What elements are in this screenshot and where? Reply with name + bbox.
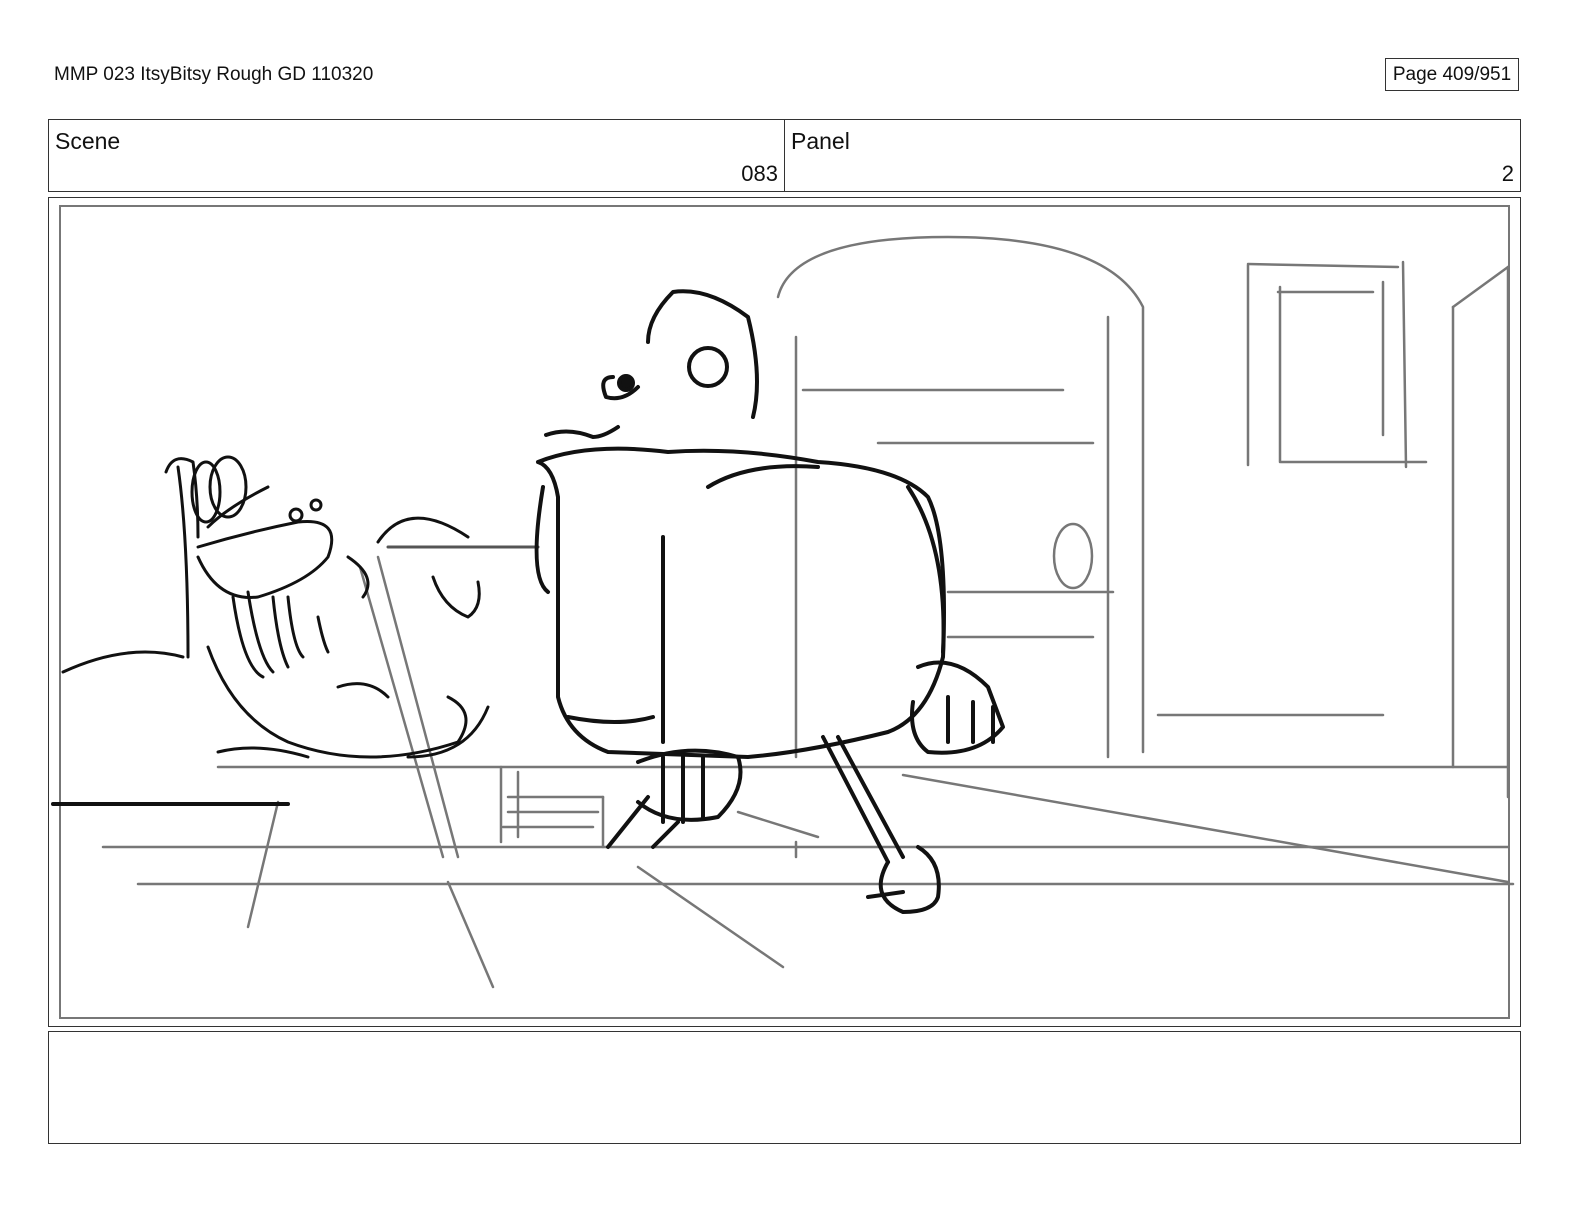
panel-cell: Panel 2 xyxy=(784,120,1520,191)
panel-label: Panel xyxy=(791,128,850,154)
page-number: Page 409/951 xyxy=(1385,58,1519,91)
panel-notes xyxy=(48,1031,1521,1144)
panel-number: 2 xyxy=(1501,161,1514,186)
scene-panel-header: Scene 083 Panel 2 xyxy=(48,119,1521,192)
left-character xyxy=(164,455,490,759)
scene-number: 083 xyxy=(741,161,778,186)
storyboard-sketch xyxy=(51,235,1515,989)
background-sketch xyxy=(101,235,1515,989)
right-character xyxy=(534,289,1005,914)
bed-sketch xyxy=(51,545,540,806)
document-title: MMP 023 ItsyBitsy Rough GD 110320 xyxy=(54,64,374,85)
scene-label: Scene xyxy=(55,128,121,154)
scene-cell: Scene 083 xyxy=(49,120,784,191)
